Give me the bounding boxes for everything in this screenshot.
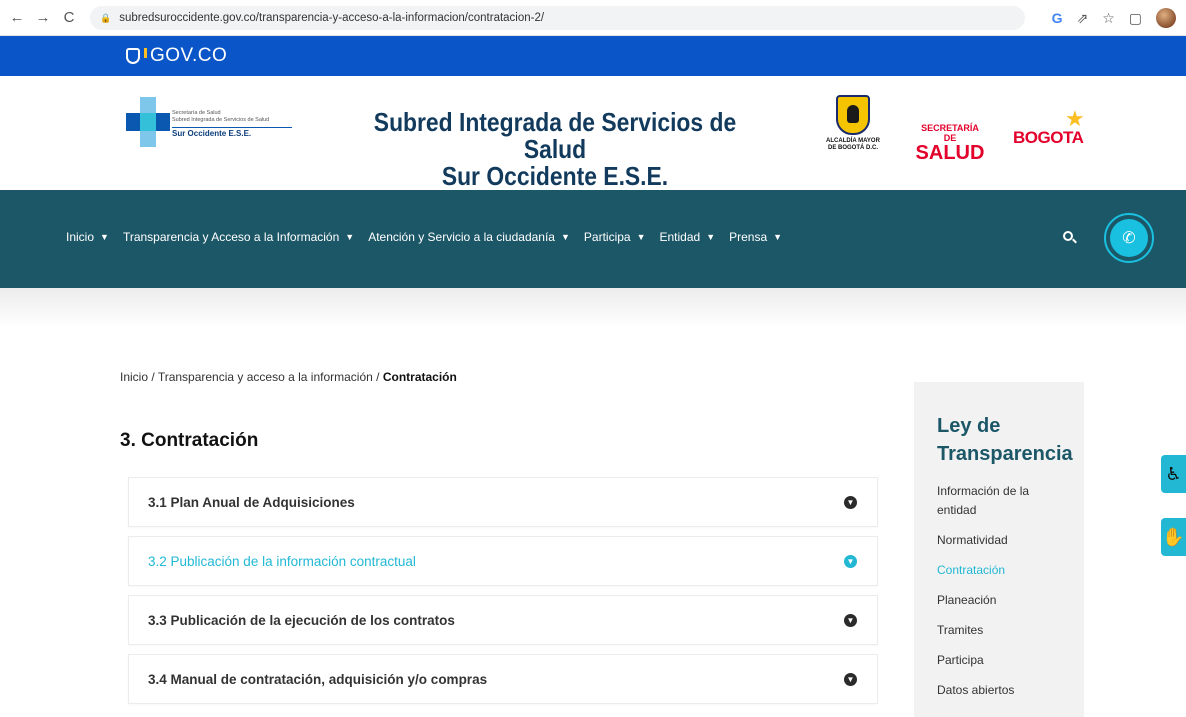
sign-language-icon: ✋ <box>1162 526 1185 547</box>
accordion-label: 3.1 Plan Anual de Adquisiciones <box>148 494 355 510</box>
nav-item-inicio[interactable]: Inicio ▼ <box>66 230 109 244</box>
address-bar[interactable]: 🔒 subredsuroccidente.gov.co/transparenci… <box>90 6 1025 30</box>
forward-arrow-icon[interactable]: → <box>34 9 52 27</box>
google-icon[interactable]: G <box>1052 10 1063 26</box>
url-text: subredsuroccidente.gov.co/transparencia-… <box>119 12 545 24</box>
chevron-down-circle-icon[interactable]: ▼ <box>844 555 857 568</box>
sidebar: Ley de Transparencia Información de la e… <box>914 382 1084 717</box>
gov-tick-icon <box>144 48 147 58</box>
alcaldia-logo[interactable]: ALCALDÍA MAYOR DE BOGOTÁ D.C. <box>818 95 888 159</box>
browser-actions: G ⇗ ☆ ▢ <box>1052 8 1176 28</box>
share-icon[interactable]: ⇗ <box>1076 10 1088 27</box>
site-title-line-1: Subred Integrada de Servicios de Salud <box>373 107 737 164</box>
sidebar-link-contratacion[interactable]: Contratación <box>937 561 1062 580</box>
accessibility-button[interactable]: ♿ <box>1161 455 1186 493</box>
alcaldia-label: ALCALDÍA MAYOR DE BOGOTÁ D.C. <box>826 138 880 151</box>
site-title: Subred Integrada de Servicios de Salud S… <box>348 109 762 190</box>
chevron-down-icon: ▼ <box>100 232 109 242</box>
reload-icon[interactable]: C <box>60 9 78 27</box>
accordion-item-3-4[interactable]: 3.4 Manual de contratación, adquisición … <box>128 654 878 704</box>
nav-item-participa[interactable]: Participa ▼ <box>584 230 646 244</box>
sidebar-link-participa[interactable]: Participa <box>937 651 1062 670</box>
accordion-label: 3.4 Manual de contratación, adquisición … <box>148 671 488 687</box>
breadcrumb-home[interactable]: Inicio <box>120 370 148 384</box>
gov-bar: GOV.CO <box>0 36 1186 76</box>
nav-items: Inicio ▼ Transparencia y Acceso a la Info… <box>66 230 782 244</box>
browser-toolbar: ← → C 🔒 subredsuroccidente.gov.co/transp… <box>0 0 1186 36</box>
sign-language-button[interactable]: ✋ <box>1161 518 1186 556</box>
nav-item-prensa[interactable]: Prensa ▼ <box>729 230 782 244</box>
lock-icon: 🔒 <box>100 12 112 23</box>
accordion-label: 3.3 Publicación de la ejecución de los c… <box>148 612 455 628</box>
chevron-down-icon: ▼ <box>560 232 570 242</box>
site-header: Secretaría de Salud Subred Integrada de … <box>0 76 1186 190</box>
nav-item-transparencia[interactable]: Transparencia y Acceso a la Información ▼ <box>123 230 354 244</box>
chevron-down-icon: ▼ <box>706 232 716 242</box>
breadcrumb-parent[interactable]: Transparencia y acceso a la información <box>158 370 373 384</box>
accordion-label: 3.2 Publicación de la información contra… <box>148 553 416 569</box>
sidebar-title: Ley de Transparencia <box>937 415 1073 465</box>
sidebar-link-datos-abiertos[interactable]: Datos abiertos <box>937 681 1062 700</box>
page-title: 3. Contratación <box>120 430 259 451</box>
chevron-down-icon: ▼ <box>773 232 783 242</box>
site-title-line-2: Sur Occidente E.S.E. <box>441 161 669 191</box>
accordion: 3.1 Plan Anual de Adquisiciones ▼ 3.2 Pu… <box>128 477 878 713</box>
chevron-down-circle-icon[interactable]: ▼ <box>844 496 857 509</box>
chevron-down-icon: ▼ <box>636 232 646 242</box>
breadcrumb-current: Contratación <box>382 370 457 384</box>
chevron-down-icon: ▼ <box>345 232 355 242</box>
chevron-down-circle-icon[interactable]: ▼ <box>844 614 857 627</box>
window-icon[interactable]: ▢ <box>1129 10 1142 27</box>
accordion-item-3-1[interactable]: 3.1 Plan Anual de Adquisiciones ▼ <box>128 477 878 527</box>
back-arrow-icon[interactable]: ← <box>8 9 26 27</box>
accessibility-icon: ♿ <box>1165 463 1182 484</box>
star-icon[interactable]: ☆ <box>1102 10 1115 27</box>
secretaria-salud-logo[interactable]: SECRETARÍA DE SALUD <box>915 123 985 163</box>
main-navigation: Inicio ▼ Transparencia y Acceso a la Info… <box>0 190 1186 288</box>
gov-shield-icon <box>126 48 140 64</box>
nav-item-atencion[interactable]: Atención y Servicio a la ciudadanía ▼ <box>368 230 570 244</box>
subred-logo-text: Secretaría de Salud Subred Integrada de … <box>172 110 292 138</box>
sidebar-link-tramites[interactable]: Tramites <box>937 621 1062 640</box>
accordion-item-3-3[interactable]: 3.3 Publicación de la ejecución de los c… <box>128 595 878 645</box>
search-icon[interactable] <box>1062 230 1078 246</box>
breadcrumb: Inicio / Transparencia y acceso a la inf… <box>120 370 457 384</box>
subred-logo[interactable]: Secretaría de Salud Subred Integrada de … <box>126 97 296 147</box>
chevron-down-circle-icon[interactable]: ▼ <box>844 673 857 686</box>
nav-shadow <box>0 288 1186 328</box>
sidebar-link-planeacion[interactable]: Planeación <box>937 591 1062 610</box>
avatar[interactable] <box>1156 8 1176 28</box>
nav-item-entidad[interactable]: Entidad ▼ <box>660 230 716 244</box>
bogota-shield-icon <box>836 95 870 135</box>
phone-button[interactable]: ✆ <box>1104 213 1154 263</box>
gov-co-logo[interactable]: GOV.CO <box>126 45 227 67</box>
phone-icon: ✆ <box>1110 219 1148 257</box>
accordion-item-3-2[interactable]: 3.2 Publicación de la información contra… <box>128 536 878 586</box>
gov-co-text: GOV.CO <box>150 45 228 66</box>
medical-cross-icon <box>126 97 170 147</box>
sidebar-link-normatividad[interactable]: Normatividad <box>937 531 1062 550</box>
star-icon: ★ <box>1065 106 1085 131</box>
sidebar-link-informacion[interactable]: Información de la entidad <box>937 482 1062 520</box>
